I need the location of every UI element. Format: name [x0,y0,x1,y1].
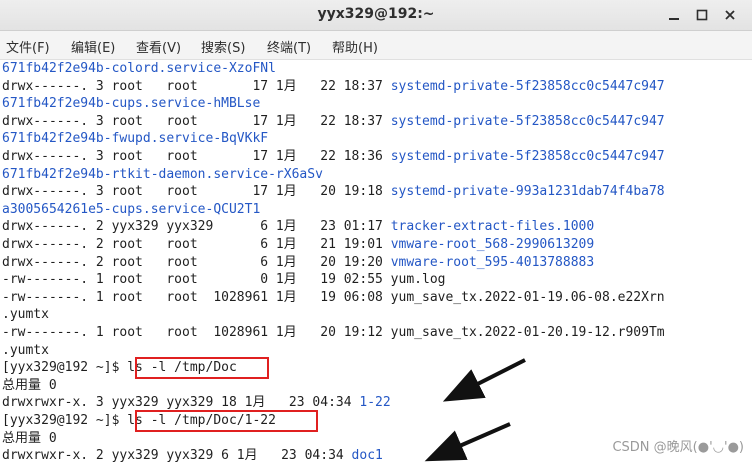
menu-bar: 文件(F) 编辑(E) 查看(V) 搜索(S) 终端(T) 帮助(H) [0,31,752,60]
dir-name: systemd-private-5f23858cc0c5447c947 [390,149,665,164]
terminal-line: drwx------. 3 root root 17 1月 20 19:18 s… [2,183,665,200]
dir-name: 1-22 [359,395,391,411]
terminal-line: drwx------. 2 yyx329 yyx329 6 1月 23 01:1… [2,218,594,235]
line-text: .yumtx [2,342,49,358]
dir-name: 671fb42f2e94b-rtkit-daemon.service-rX6aS… [2,166,323,182]
line-text: drwxrwxr-x. 3 yyx329 yyx329 18 1月 23 04:… [2,395,360,411]
terminal-line: drwx------. 2 root root 6 1月 20 19:20 vm… [2,254,594,271]
line-text: drwxrwxr-x. 2 yyx329 yyx329 6 1月 23 04:3… [2,448,352,464]
dir-name: a3005654261e5-cups.service-QCU2T1 [2,201,261,217]
line-text: -rw-------. 1 root root 1028961 1月 19 06… [2,289,665,305]
terminal-line: a3005654261e5-cups.service-QCU2T1 [2,201,260,218]
line-text: drwx------. 3 root root 17 1月 22 18:36 [2,149,391,164]
terminal-line: -rw-------. 1 root root 1028961 1月 19 06… [2,289,665,306]
maximize-icon [696,9,708,21]
watermark: CSDN @晚风(●'◡'●) [612,440,744,455]
maximize-button[interactable] [690,3,714,27]
line-text: drwx------. 2 root root 6 1月 20 19:20 [2,254,391,270]
minimize-button[interactable] [662,3,686,27]
line-text: .yumtx [2,307,49,323]
menu-file[interactable]: 文件(F) [6,37,50,56]
menu-view[interactable]: 查看(V) [136,37,181,56]
terminal-line: 总用量 0 [2,430,57,447]
dir-name: vmware-root_595-4013788883 [390,254,595,270]
dir-name: doc1 [351,448,383,464]
terminal-line: drwxrwxr-x. 3 yyx329 yyx329 18 1月 23 04:… [2,394,391,411]
command-highlight-box [135,410,318,432]
terminal-line: drwx------. 2 root root 6 1月 21 19:01 vm… [2,236,594,253]
line-text: drwx------. 2 yyx329 yyx329 6 1月 23 01:1… [2,219,391,235]
line-text: drwx------. 3 root root 17 1月 22 18:37 [2,113,391,129]
window-title: yyx329@192:~ [317,6,435,22]
dir-name: 671fb42f2e94b-cups.service-hMBLse [2,96,261,112]
dir-name: systemd-private-993a1231dab74f4ba78 [390,184,665,200]
command-highlight-box [135,357,269,379]
menu-edit[interactable]: 编辑(E) [71,37,115,56]
terminal-line: drwx------. 3 root root 17 1月 22 18:36 s… [2,148,665,165]
arrow-annotation [442,358,526,402]
arrow-annotation [424,422,511,462]
terminal-line: -rw-------. 1 root root 1028961 1月 20 19… [2,324,665,341]
minimize-icon [669,18,679,20]
dir-name: tracker-extract-files.1000 [390,219,595,235]
terminal-line: drwx------. 3 root root 17 1月 22 18:37 s… [2,78,665,95]
line-text: drwx------. 3 root root 17 1月 22 18:37 [2,78,391,94]
terminal-line: 671fb42f2e94b-rtkit-daemon.service-rX6aS… [2,166,323,183]
terminal-line: drwx------. 3 root root 17 1月 22 18:37 s… [2,113,665,130]
title-bar: yyx329@192:~ [0,0,752,31]
terminal-line: 总用量 0 [2,377,57,394]
terminal-line: .yumtx [2,342,49,359]
terminal-line: .yumtx [2,306,49,323]
line-text: -rw-------. 1 root root 1028961 1月 20 19… [2,325,665,340]
terminal-line: drwxrwxr-x. 2 yyx329 yyx329 6 1月 23 04:3… [2,447,383,464]
dir-name: vmware-root_568-2990613209 [390,237,595,252]
line-text: 总用量 0 [2,430,57,446]
terminal-line: 671fb42f2e94b-fwupd.service-BqVKkF [2,130,268,147]
line-text: drwx------. 3 root root 17 1月 20 19:18 [2,184,391,200]
dir-name: 671fb42f2e94b-fwupd.service-BqVKkF [2,131,269,147]
close-icon [725,10,735,20]
dir-name: systemd-private-5f23858cc0c5447c947 [390,78,665,94]
terminal-line: -rw-------. 1 root root 0 1月 19 02:55 yu… [2,271,445,288]
line-text: 总用量 0 [2,377,57,393]
menu-search[interactable]: 搜索(S) [201,37,245,56]
line-text: drwx------. 2 root root 6 1月 21 19:01 [2,237,391,252]
terminal-output[interactable]: 671fb42f2e94b-colord.service-XzoFNl drwx… [0,60,752,467]
line-text: -rw-------. 1 root root 0 1月 19 02:55 yu… [2,272,446,288]
dir-name: 671fb42f2e94b-colord.service-XzoFNl [2,61,276,76]
terminal-line: 671fb42f2e94b-colord.service-XzoFNl [2,60,276,77]
menu-terminal[interactable]: 终端(T) [267,37,311,56]
menu-help[interactable]: 帮助(H) [332,37,378,56]
dir-name: systemd-private-5f23858cc0c5447c947 [390,113,665,129]
close-button[interactable] [718,3,742,27]
terminal-line: 671fb42f2e94b-cups.service-hMBLse [2,95,260,112]
